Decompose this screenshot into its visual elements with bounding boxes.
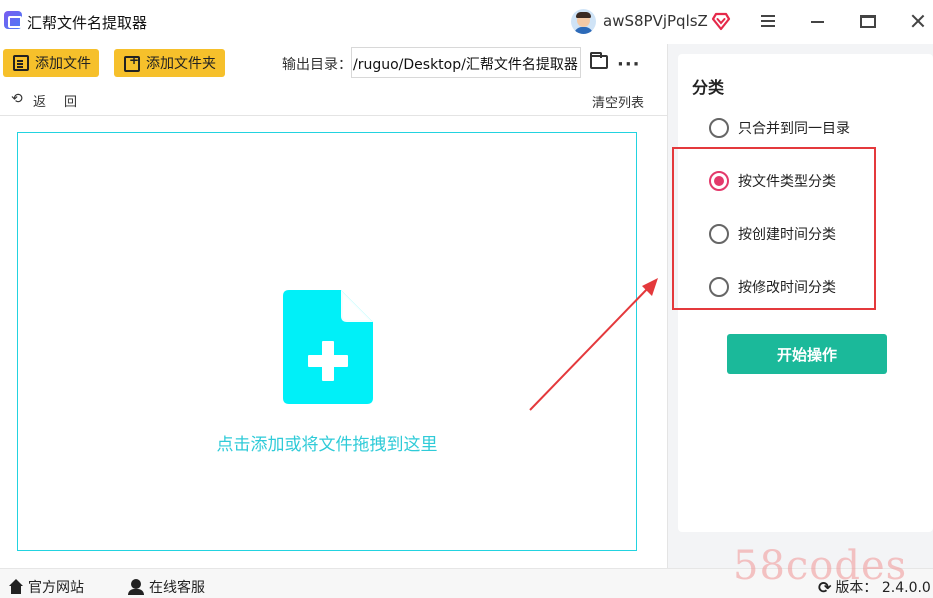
maximize-icon[interactable]: [860, 15, 876, 28]
home-icon: [8, 579, 24, 594]
official-website-link[interactable]: 官方网站: [8, 577, 84, 597]
output-dir-label: 输出目录：: [282, 57, 352, 73]
minimize-icon[interactable]: [811, 21, 824, 23]
service-label: 在线客服: [149, 580, 205, 596]
vip-badge-icon[interactable]: [711, 11, 731, 31]
back-label: 返回: [33, 95, 96, 110]
app-logo-icon: [4, 11, 22, 29]
add-folder-label: 添加文件夹: [146, 56, 216, 72]
close-icon[interactable]: [910, 13, 926, 29]
watermark: 58codes: [733, 543, 908, 589]
radio-merge-same-dir[interactable]: 只合并到同一目录: [709, 118, 850, 138]
add-file-button[interactable]: 添加文件: [3, 49, 99, 77]
document-icon: [13, 55, 29, 71]
website-label: 官方网站: [28, 580, 84, 596]
undo-icon: [11, 91, 25, 107]
drop-hint-text: 点击添加或将文件拖拽到这里: [216, 435, 438, 455]
avatar[interactable]: [571, 9, 596, 34]
back-button[interactable]: 返回: [11, 91, 96, 111]
clear-list-button[interactable]: 清空列表: [592, 92, 644, 111]
username[interactable]: awS8PVjPqlsZ: [603, 12, 708, 30]
folder-add-icon: [124, 53, 140, 72]
divider: [0, 115, 667, 116]
output-dir-input[interactable]: /ruguo/Desktop/汇帮文件名提取器: [351, 47, 581, 78]
more-options-icon[interactable]: ···: [617, 54, 641, 75]
add-file-label: 添加文件: [35, 56, 91, 72]
app-title: 汇帮文件名提取器: [27, 14, 148, 32]
category-title: 分类: [692, 78, 725, 97]
radio-label: 只合并到同一目录: [738, 121, 850, 137]
online-service-link[interactable]: 在线客服: [128, 577, 205, 597]
radio-button[interactable]: [709, 118, 729, 138]
start-button[interactable]: 开始操作: [727, 334, 887, 374]
title-bar: 汇帮文件名提取器 awS8PVjPqlsZ: [0, 0, 933, 44]
annotation-highlight-box: [672, 147, 876, 310]
menu-icon[interactable]: [761, 15, 775, 27]
file-add-icon: [283, 290, 373, 404]
open-folder-icon[interactable]: [590, 52, 608, 69]
add-folder-button[interactable]: 添加文件夹: [114, 49, 225, 77]
annotation-arrow: [529, 278, 658, 411]
customer-service-icon: [128, 579, 144, 595]
